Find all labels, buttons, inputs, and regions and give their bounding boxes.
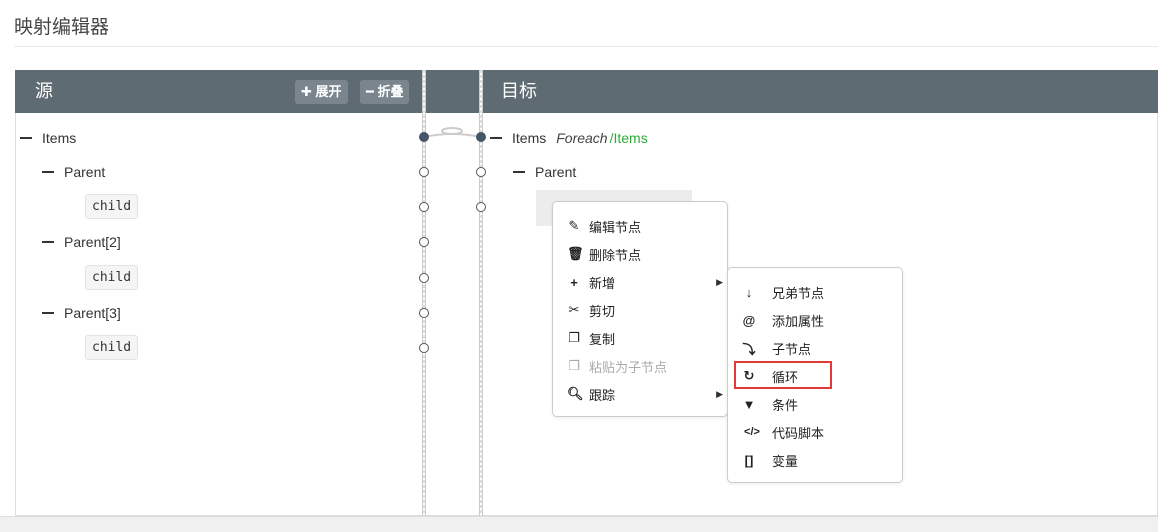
menu-item-paste-as-child: ❐ 粘贴为子节点 bbox=[567, 356, 667, 376]
gutter-header bbox=[422, 70, 482, 113]
expand-button[interactable]: ✚ 展开 bbox=[295, 80, 348, 104]
foreach-label: Foreach bbox=[556, 130, 608, 146]
menu-label: 剪切 bbox=[589, 303, 616, 319]
collapse-icon[interactable] bbox=[490, 137, 502, 139]
menu-label: 新增 bbox=[589, 275, 616, 291]
redo-icon: ↻ bbox=[743, 368, 755, 383]
collapse-icon[interactable] bbox=[42, 312, 54, 314]
mapping-link[interactable] bbox=[422, 125, 484, 145]
menu-label: 循环 bbox=[772, 369, 799, 385]
divider bbox=[14, 46, 1158, 47]
target-port[interactable] bbox=[476, 202, 486, 212]
plus-icon: ✚ bbox=[301, 84, 316, 99]
menu-label: 子节点 bbox=[772, 341, 812, 357]
submenu-item-add-attribute[interactable]: @ 添加属性 bbox=[742, 310, 824, 330]
node-label: Parent bbox=[535, 164, 577, 180]
minus-icon: ━ bbox=[366, 84, 378, 99]
foreach-path: /Items bbox=[609, 130, 648, 146]
menu-item-trace[interactable]: 🔍︎ 跟踪 ▶ bbox=[567, 384, 727, 404]
source-port[interactable] bbox=[419, 167, 429, 177]
page-title: 映射编辑器 bbox=[14, 17, 110, 38]
trash-icon: 🗑 bbox=[567, 246, 584, 261]
arrow-down-icon: ↓ bbox=[745, 284, 753, 300]
menu-label: 添加属性 bbox=[772, 313, 825, 329]
copy-icon: ❐ bbox=[568, 330, 580, 345]
submenu-item-condition[interactable]: ▼ 条件 bbox=[742, 394, 798, 414]
menu-label: 兄弟节点 bbox=[772, 285, 825, 301]
menu-label: 删除节点 bbox=[589, 247, 642, 263]
submenu-item-sibling[interactable]: ↓ 兄弟节点 bbox=[742, 282, 824, 302]
menu-item-cut[interactable]: ✂ 剪切 bbox=[567, 300, 615, 320]
add-submenu: ↓ 兄弟节点 @ 添加属性 ⤵ 子节点 ↻ 循环 ▼ 条件 </> 代码脚本 [] 变量 bbox=[727, 267, 903, 483]
paste-icon: ❐ bbox=[568, 358, 580, 373]
submenu-item-code-script[interactable]: </> 代码脚本 bbox=[742, 422, 824, 442]
source-node-items[interactable]: Items bbox=[20, 128, 76, 148]
submenu-arrow-icon: ▶ bbox=[716, 276, 723, 287]
node-label: Parent[2] bbox=[64, 234, 121, 250]
menu-item-edit-node[interactable]: ✎ 编辑节点 bbox=[567, 216, 641, 236]
source-node-parent-2[interactable]: Parent[2] bbox=[42, 232, 121, 252]
target-title: 目标 bbox=[501, 81, 537, 101]
submenu-item-child[interactable]: ⤵ 子节点 bbox=[742, 338, 811, 358]
menu-label: 条件 bbox=[772, 397, 799, 413]
source-port[interactable] bbox=[419, 308, 429, 318]
search-icon: 🔍︎ bbox=[567, 386, 584, 401]
child-arrow-icon: ⤵ bbox=[742, 341, 756, 357]
source-node-child[interactable]: child bbox=[85, 335, 139, 360]
menu-item-delete-node[interactable]: 🗑 删除节点 bbox=[567, 244, 641, 264]
menu-item-copy[interactable]: ❐ 复制 bbox=[567, 328, 615, 348]
node-label: Items bbox=[42, 130, 77, 146]
menu-item-add[interactable]: + 新增 ▶ bbox=[567, 272, 727, 292]
target-port[interactable] bbox=[476, 167, 486, 177]
collapse-label: 折叠 bbox=[377, 84, 404, 99]
submenu-item-loop[interactable]: ↻ 循环 bbox=[742, 366, 798, 386]
source-title: 源 bbox=[35, 81, 53, 101]
source-port[interactable] bbox=[419, 202, 429, 212]
menu-label: 跟踪 bbox=[589, 387, 616, 403]
expand-label: 展开 bbox=[315, 84, 342, 99]
collapse-icon[interactable] bbox=[513, 171, 525, 173]
menu-label: 粘贴为子节点 bbox=[589, 359, 668, 375]
edit-icon: ✎ bbox=[568, 218, 580, 233]
context-menu: ✎ 编辑节点 🗑 删除节点 + 新增 ▶ ✂ 剪切 ❐ 复制 ❐ 粘贴为子节点 🔍︎ 跟踪 ▶ bbox=[552, 201, 728, 417]
target-node-parent[interactable]: Parent bbox=[513, 162, 576, 182]
menu-label: 复制 bbox=[589, 331, 616, 347]
source-node-parent[interactable]: Parent bbox=[42, 162, 105, 182]
plus-icon: + bbox=[570, 274, 578, 290]
code-icon: </> bbox=[744, 426, 760, 438]
at-icon: @ bbox=[742, 312, 756, 328]
source-node-child[interactable]: child bbox=[85, 194, 139, 219]
source-port[interactable] bbox=[419, 237, 429, 247]
target-node-items[interactable]: Items Foreach/Items bbox=[490, 128, 648, 148]
menu-label: 代码脚本 bbox=[772, 425, 825, 441]
target-port-items[interactable] bbox=[476, 132, 486, 142]
source-port-items[interactable] bbox=[419, 132, 429, 142]
source-port[interactable] bbox=[419, 273, 429, 283]
menu-label: 变量 bbox=[772, 453, 799, 469]
source-node-parent-3[interactable]: Parent[3] bbox=[42, 303, 121, 323]
node-label: Parent bbox=[64, 164, 106, 180]
scissors-icon: ✂ bbox=[568, 302, 580, 317]
menu-label: 编辑节点 bbox=[589, 219, 642, 235]
node-label: Parent[3] bbox=[64, 305, 121, 321]
target-header: 目标 bbox=[482, 70, 1158, 113]
node-label: Items bbox=[512, 130, 547, 146]
source-node-child[interactable]: child bbox=[85, 265, 139, 290]
submenu-item-variable[interactable]: [] 变量 bbox=[742, 450, 798, 470]
filter-icon: ▼ bbox=[742, 396, 756, 412]
horizontal-scrollbar[interactable] bbox=[0, 516, 1158, 532]
collapse-icon[interactable] bbox=[42, 241, 54, 243]
collapse-icon[interactable] bbox=[20, 137, 32, 139]
collapse-button[interactable]: ━ 折叠 bbox=[360, 80, 410, 104]
submenu-arrow-icon: ▶ bbox=[716, 388, 723, 399]
collapse-icon[interactable] bbox=[42, 171, 54, 173]
brackets-icon: [] bbox=[744, 452, 754, 468]
source-port[interactable] bbox=[419, 343, 429, 353]
